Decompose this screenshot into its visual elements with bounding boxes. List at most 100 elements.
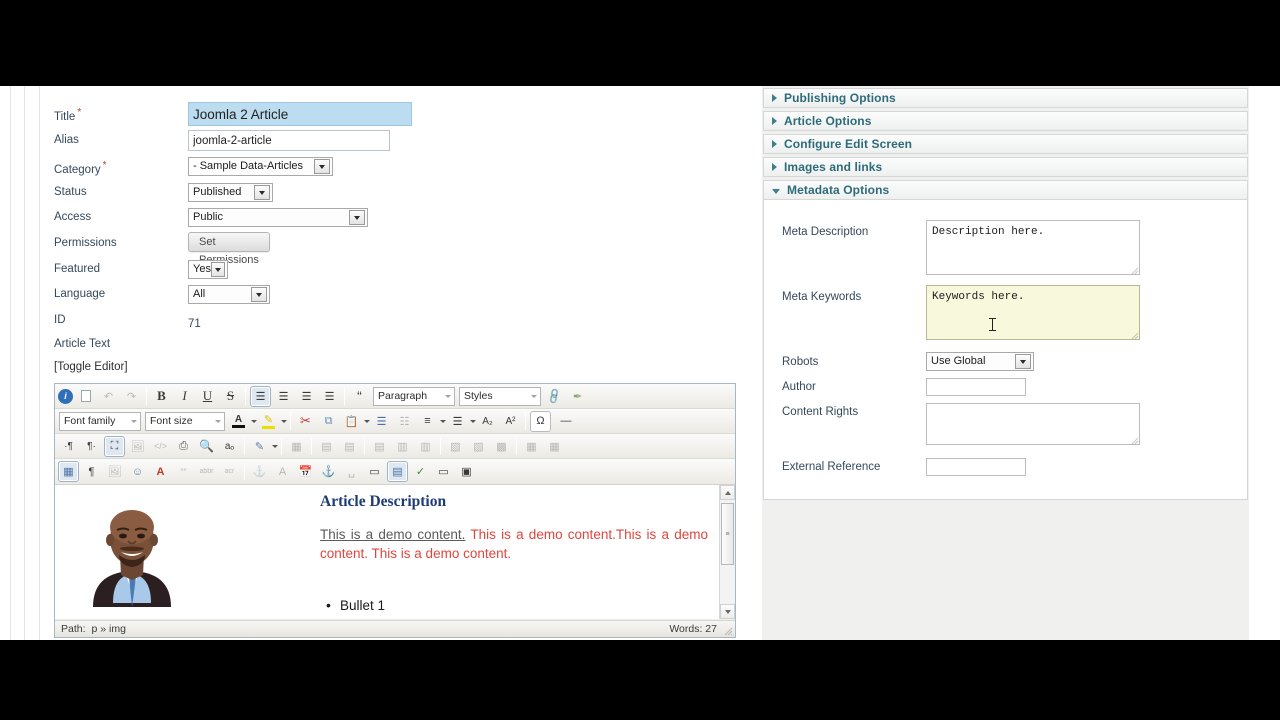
textarea-resize-handle-icon[interactable] <box>1130 266 1139 275</box>
table-cell-props-icon[interactable]: ▦ <box>286 436 307 457</box>
alias-input[interactable] <box>188 130 390 151</box>
article-image[interactable] <box>73 499 191 607</box>
accordion-configure-edit-screen[interactable]: Configure Edit Screen <box>763 134 1248 154</box>
status-select[interactable]: Published <box>188 183 273 202</box>
resize-handle-icon[interactable] <box>723 626 733 636</box>
merge-cells-icon[interactable]: ▩ <box>491 436 512 457</box>
copy-icon[interactable]: ⧉ <box>318 411 339 432</box>
chevron-down-icon[interactable] <box>281 419 287 423</box>
italic-icon[interactable]: I <box>174 386 195 407</box>
split-cells-icon[interactable]: ▧ <box>468 436 489 457</box>
font-size-select[interactable]: Font size <box>145 411 225 431</box>
paste-icon[interactable]: 📋 <box>341 411 362 432</box>
toggle-toolbars-icon[interactable]: ▭ <box>433 461 454 482</box>
accordion-article-options[interactable]: Article Options <box>763 111 1248 131</box>
readmore-icon[interactable]: ▤ <box>387 461 408 482</box>
delete-row-icon[interactable]: ▤ <box>369 436 390 457</box>
special-character-icon[interactable]: Ω <box>530 410 551 432</box>
spellcheck-icon[interactable]: A <box>150 461 171 482</box>
scrollbar-thumb[interactable]: ≡ <box>721 503 734 565</box>
title-input[interactable] <box>188 102 412 126</box>
category-select[interactable]: - Sample Data-Articles <box>188 157 333 176</box>
textarea-resize-handle-icon[interactable] <box>1130 436 1139 445</box>
show-blocks-icon[interactable]: ¶ <box>81 461 102 482</box>
source-code-icon[interactable]: </> <box>150 436 171 457</box>
fullscreen-icon[interactable]: ⛶ <box>104 435 125 457</box>
rtl-direction-icon[interactable]: ¶· <box>81 436 102 457</box>
replace-icon[interactable]: aₒ <box>219 436 240 457</box>
indent-icon[interactable]: ☷ <box>394 411 415 432</box>
accordion-metadata-options[interactable]: Metadata Options <box>763 180 1248 200</box>
textarea-resize-handle-icon[interactable] <box>1130 331 1139 340</box>
abbr-icon[interactable]: abbr <box>196 461 217 482</box>
cleanup-icon[interactable]: ✒ <box>567 386 588 407</box>
paste-text-icon[interactable]: ☰ <box>371 411 392 432</box>
featured-select[interactable]: Yes <box>188 260 228 279</box>
toggle-editor-link[interactable]: [Toggle Editor] <box>54 361 128 373</box>
accordion-images-and-links[interactable]: Images and links <box>763 157 1248 177</box>
editor-content-frame[interactable]: Article Description This is a demo conte… <box>55 484 735 619</box>
meta-description-textarea[interactable] <box>926 220 1140 275</box>
new-document-icon[interactable] <box>75 386 96 407</box>
cut-icon[interactable]: ✂ <box>295 411 316 432</box>
font-family-select[interactable]: Font family <box>59 411 141 431</box>
cell-props-icon[interactable]: ▦ <box>521 436 542 457</box>
insert-table-icon[interactable]: ▦ <box>58 461 79 482</box>
content-rights-textarea[interactable] <box>926 403 1140 445</box>
styles-select[interactable]: Styles <box>459 386 541 406</box>
robots-select[interactable]: Use Global <box>926 352 1034 371</box>
numbered-list-icon[interactable]: ≡ <box>417 411 438 432</box>
redo-icon[interactable]: ↷ <box>121 386 142 407</box>
align-left-icon[interactable]: ☰ <box>296 386 317 407</box>
strikethrough-icon[interactable]: S <box>220 386 241 407</box>
search-icon[interactable]: 🔍 <box>196 436 217 457</box>
background-color-icon[interactable]: ✎ <box>258 411 279 432</box>
print-icon[interactable]: ⎙ <box>173 436 194 457</box>
insert-anchor-icon[interactable]: ⚓ <box>318 461 339 482</box>
language-select[interactable]: All <box>188 285 270 304</box>
edit-template-icon[interactable]: ✎ <box>249 436 270 457</box>
chevron-down-icon[interactable] <box>251 419 257 423</box>
paragraph-format-select[interactable]: Paragraph <box>373 386 455 406</box>
anchor-icon[interactable]: ⚓ <box>249 461 270 482</box>
blockquote-icon[interactable]: “ <box>349 386 370 407</box>
ltr-direction-icon[interactable]: ·¶ <box>58 436 79 457</box>
emoticons-icon[interactable]: ☺ <box>127 461 148 482</box>
cite-icon[interactable]: “” <box>173 461 194 482</box>
subscript-icon[interactable]: A₂ <box>477 411 498 432</box>
table-props-icon[interactable]: ▦ <box>544 436 565 457</box>
visual-aid-icon[interactable]: ▭ <box>364 461 385 482</box>
delete-col-icon[interactable]: ▧ <box>445 436 466 457</box>
chevron-down-icon[interactable] <box>440 419 446 423</box>
align-center-icon[interactable]: ☰ <box>273 386 294 407</box>
help-icon[interactable]: i <box>58 388 73 404</box>
editor-scrollbar[interactable]: ≡ <box>719 485 735 619</box>
set-permissions-button[interactable]: Set Permissions <box>188 232 270 266</box>
insert-image-icon[interactable]: 🖼 <box>127 436 148 457</box>
superscript-icon[interactable]: A² <box>500 411 521 432</box>
align-right-icon[interactable]: ☰ <box>319 386 340 407</box>
underline-icon[interactable]: U <box>197 386 218 407</box>
accordion-publishing-options[interactable]: Publishing Options <box>763 88 1248 108</box>
article-index-icon[interactable]: ▣ <box>456 461 477 482</box>
editor-document[interactable]: Article Description This is a demo conte… <box>55 485 719 619</box>
nbsp-icon[interactable]: ␣ <box>341 461 362 482</box>
insert-media-icon[interactable]: 🖼 <box>104 461 125 482</box>
chevron-down-icon[interactable] <box>364 419 370 423</box>
horizontal-rule-icon[interactable]: — <box>553 411 579 432</box>
author-input[interactable] <box>926 378 1026 396</box>
scroll-down-icon[interactable] <box>720 604 735 619</box>
bullet-list-icon[interactable]: ☰ <box>447 411 468 432</box>
row-after-icon[interactable]: ▤ <box>339 436 360 457</box>
unlink-icon[interactable]: A <box>272 461 293 482</box>
acronym-icon[interactable]: acr <box>219 461 240 482</box>
chevron-down-icon[interactable] <box>272 444 278 448</box>
meta-keywords-textarea[interactable] <box>926 285 1140 340</box>
bold-icon[interactable]: B <box>151 386 172 407</box>
undo-icon[interactable]: ↶ <box>98 386 119 407</box>
access-select[interactable]: Public <box>188 208 368 227</box>
align-justify-icon[interactable]: ☰ <box>250 385 271 407</box>
text-color-icon[interactable]: A <box>228 411 249 432</box>
row-before-icon[interactable]: ▤ <box>316 436 337 457</box>
chevron-down-icon[interactable] <box>470 419 476 423</box>
